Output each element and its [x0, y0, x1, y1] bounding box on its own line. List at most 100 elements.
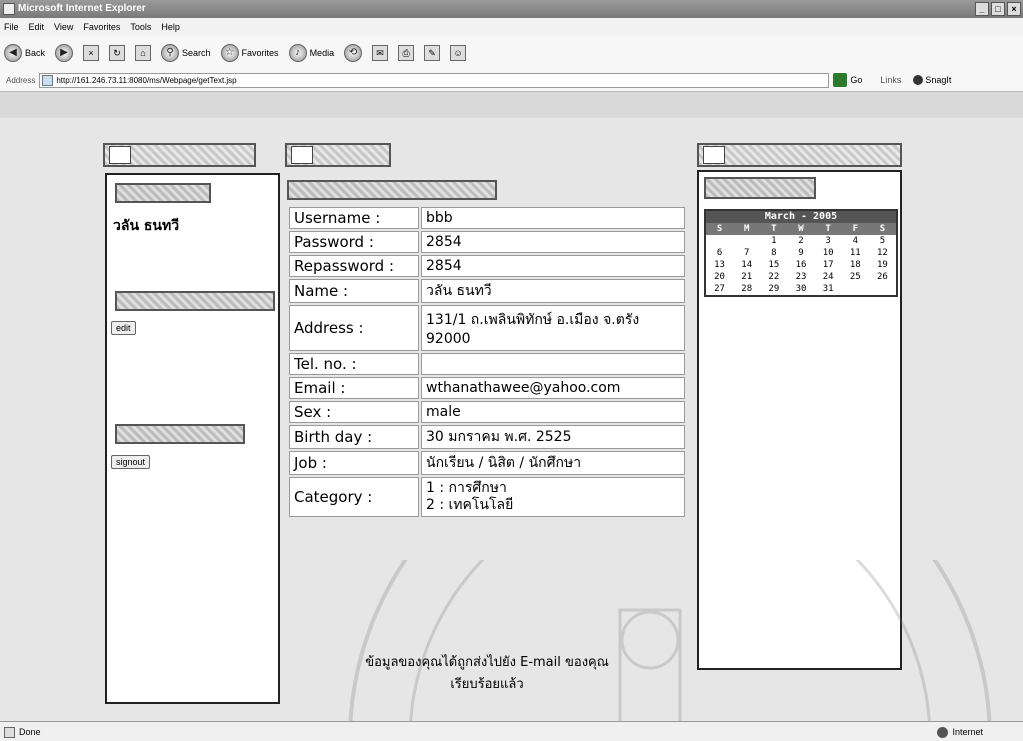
- table-row: Repassword :2854: [289, 255, 685, 277]
- edit-page-button[interactable]: ✎: [424, 45, 441, 61]
- search-icon: ⚲: [161, 44, 180, 62]
- page-done-icon: [4, 726, 15, 738]
- calendar-day[interactable]: 20: [706, 271, 733, 283]
- back-label: Back: [25, 48, 46, 58]
- birthday-label: Birth day :: [289, 425, 419, 449]
- calendar-day[interactable]: 27: [706, 283, 733, 295]
- calendar-day[interactable]: 3: [815, 235, 842, 247]
- calendar-day[interactable]: 24: [815, 271, 842, 283]
- calendar-day[interactable]: 26: [869, 271, 896, 283]
- calendar-section-icon: [703, 146, 725, 164]
- links-label[interactable]: Links: [880, 75, 901, 85]
- calendar-day[interactable]: 11: [842, 247, 869, 259]
- repassword-value: 2854: [421, 255, 685, 277]
- go-arrow-icon: [833, 73, 848, 87]
- calendar-day[interactable]: 9: [787, 247, 814, 259]
- calendar-day[interactable]: 19: [869, 259, 896, 271]
- job-label: Job :: [289, 451, 419, 475]
- back-button[interactable]: ◀ Back: [4, 44, 45, 62]
- calendar-day[interactable]: 21: [733, 271, 760, 283]
- calendar-day: [733, 235, 760, 247]
- edit-profile-header-image: [115, 291, 275, 311]
- calendar-day[interactable]: 14: [733, 259, 760, 271]
- calendar-day[interactable]: 17: [815, 259, 842, 271]
- zone-text: Internet: [952, 727, 983, 737]
- calendar-day[interactable]: 28: [733, 283, 760, 295]
- status-text: Done: [19, 727, 41, 737]
- calendar-day[interactable]: 12: [869, 247, 896, 259]
- calendar: March - 2005 S M T W T F S 1 2 3 4 5 6 7 8 9 10 11 12 13 14 1…: [704, 209, 898, 297]
- history-button[interactable]: ⟲: [344, 44, 363, 62]
- table-row: Password :2854: [289, 231, 685, 253]
- calendar-section-header-image: [697, 143, 902, 167]
- sex-label: Sex :: [289, 401, 419, 423]
- forward-button[interactable]: ▶: [55, 44, 74, 62]
- job-value: นักเรียน / นิสิต / นักศึกษา: [421, 451, 685, 475]
- refresh-button[interactable]: ↻: [109, 45, 126, 61]
- menu-help[interactable]: Help: [161, 18, 180, 36]
- calendar-day[interactable]: 31: [815, 283, 842, 295]
- address-label: Address: [6, 75, 36, 85]
- calendar-day[interactable]: 6: [706, 247, 733, 259]
- print-button[interactable]: ⎙: [398, 45, 415, 61]
- menu-edit[interactable]: Edit: [29, 18, 45, 36]
- email-value: wthanathawee@yahoo.com: [421, 377, 685, 399]
- minimize-button[interactable]: _: [975, 2, 989, 16]
- snagit-button[interactable]: SnagIt: [913, 75, 951, 85]
- calendar-day-name: F: [841, 223, 869, 235]
- mail-button[interactable]: ✉: [372, 45, 389, 61]
- menu-tools[interactable]: Tools: [130, 18, 151, 36]
- signout-button[interactable]: signout: [111, 455, 151, 469]
- favorites-button[interactable]: ☆ Favorites: [220, 44, 279, 62]
- go-button[interactable]: Go: [833, 73, 862, 87]
- messenger-button[interactable]: ☺: [450, 45, 467, 61]
- calendar-day: [869, 283, 896, 295]
- email-label: Email :: [289, 377, 419, 399]
- tel-value: [421, 353, 685, 375]
- ie-app-icon: [3, 3, 15, 15]
- media-button[interactable]: ♪ Media: [288, 44, 334, 62]
- stop-button[interactable]: ×: [83, 45, 100, 61]
- page-icon: [42, 74, 54, 86]
- table-row: Birth day :30 มกราคม พ.ศ. 2525: [289, 425, 685, 449]
- calendar-day[interactable]: 1: [760, 235, 787, 247]
- calendar-day[interactable]: 5: [869, 235, 896, 247]
- calendar-day[interactable]: 30: [787, 283, 814, 295]
- calendar-day[interactable]: 29: [760, 283, 787, 295]
- go-label: Go: [850, 75, 863, 85]
- browser-toolbar: ◀ Back ▶ × ↻ ⌂ ⚲ Search ☆ Favorites ♪ Me…: [0, 36, 1023, 92]
- profile-title-image: [287, 180, 497, 200]
- calendar-day[interactable]: 8: [760, 247, 787, 259]
- calendar-day[interactable]: 4: [842, 235, 869, 247]
- maximize-button[interactable]: □: [991, 2, 1005, 16]
- calendar-day[interactable]: 23: [787, 271, 814, 283]
- password-value: 2854: [421, 231, 685, 253]
- menu-view[interactable]: View: [54, 18, 73, 36]
- name-value: วลัน ธนทวี: [421, 279, 685, 303]
- calendar-day[interactable]: 7: [733, 247, 760, 259]
- calendar-day[interactable]: 18: [842, 259, 869, 271]
- calendar-day[interactable]: 15: [760, 259, 787, 271]
- calendar-day[interactable]: 10: [815, 247, 842, 259]
- address-input[interactable]: http://161.246.73.11:8080/ms/Webpage/get…: [39, 72, 830, 88]
- email-sent-notice: ข้อมูลของคุณได้ถูกส่งไปยัง E-mail ของคุณ…: [287, 652, 687, 696]
- calendar-day-name: W: [787, 223, 815, 235]
- search-button[interactable]: ⚲ Search: [161, 44, 211, 62]
- calendar-day-name: S: [706, 223, 734, 235]
- menu-file[interactable]: File: [4, 18, 19, 36]
- edit-button[interactable]: edit: [111, 321, 136, 335]
- calendar-day[interactable]: 22: [760, 271, 787, 283]
- window-title: Microsoft Internet Explorer: [18, 3, 146, 14]
- calendar-header-image: [704, 177, 816, 199]
- calendar-day[interactable]: 25: [842, 271, 869, 283]
- close-button[interactable]: ×: [1007, 2, 1021, 16]
- category-label: Category :: [289, 477, 419, 517]
- calendar-day[interactable]: 2: [787, 235, 814, 247]
- window-controls: _ □ ×: [975, 2, 1021, 16]
- calendar-day[interactable]: 16: [787, 259, 814, 271]
- home-button[interactable]: ⌂: [135, 45, 152, 61]
- member-header-image: [103, 143, 256, 167]
- menu-favorites[interactable]: Favorites: [83, 18, 120, 36]
- table-row: Name : วลัน ธนทวี: [289, 279, 685, 303]
- calendar-day[interactable]: 13: [706, 259, 733, 271]
